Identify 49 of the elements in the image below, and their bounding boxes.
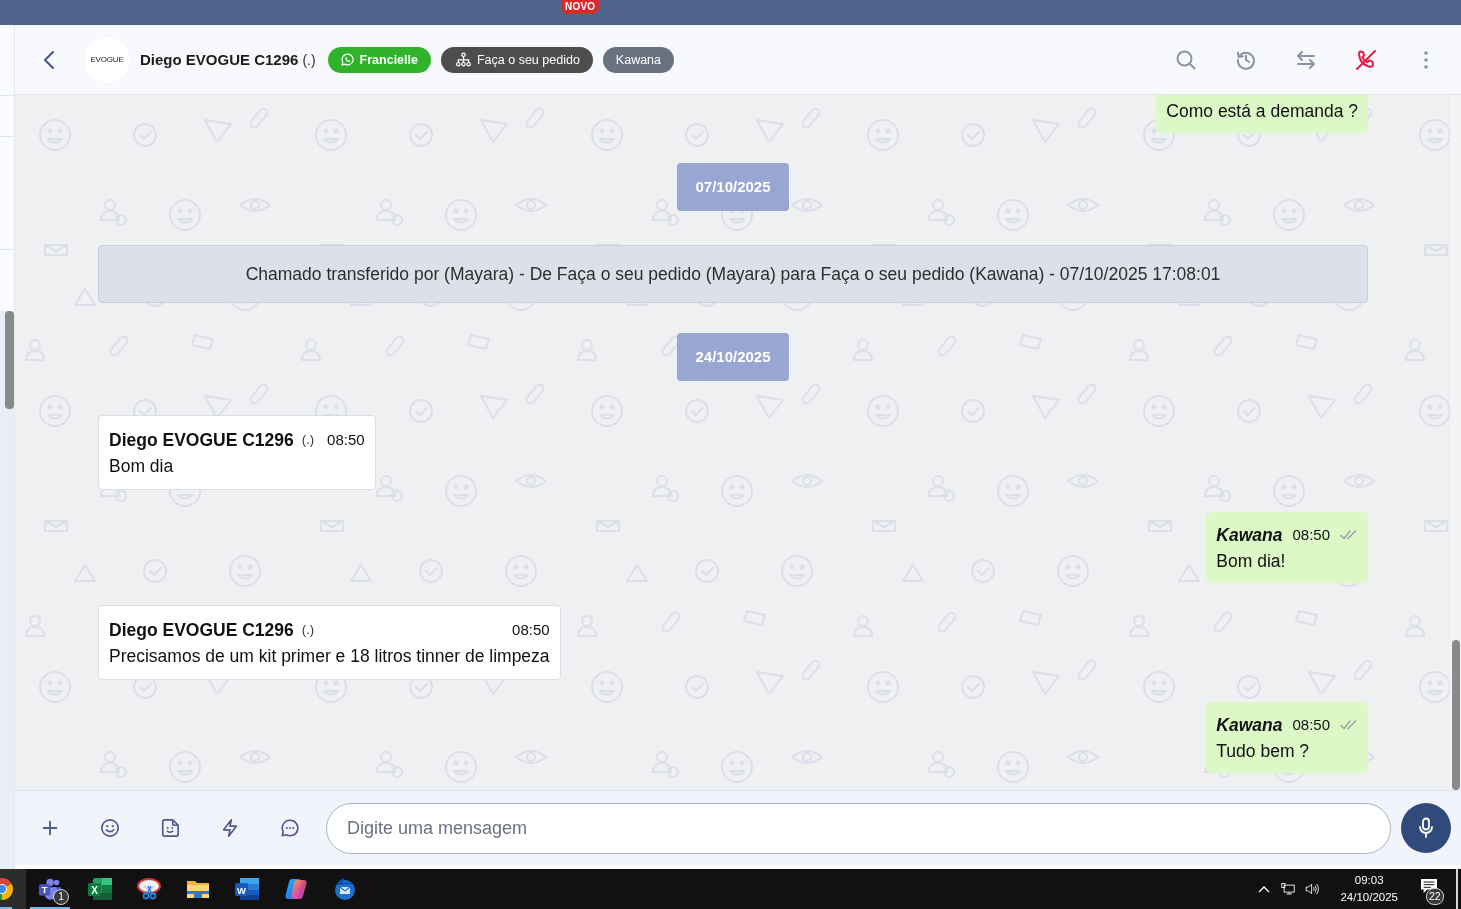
message-text: Bom dia! <box>1216 550 1287 573</box>
taskbar-button[interactable] <box>0 869 26 909</box>
taskbar-button[interactable]: T 1 <box>26 869 75 909</box>
swap-arrows-icon[interactable] <box>1295 48 1317 71</box>
microphone-icon <box>1418 817 1434 839</box>
chat-phone-icon <box>340 53 354 66</box>
app-badge: 1 <box>53 889 69 905</box>
contact-avatar: EVOGUE <box>85 37 129 82</box>
message-text: Bom dia <box>109 455 175 478</box>
queue-tag: Faça o seu pedido <box>441 46 593 73</box>
sender-name: Kawana <box>1216 524 1283 547</box>
date-chip: 24/10/2025 <box>677 333 789 381</box>
more-options-icon[interactable] <box>1423 48 1429 71</box>
phone-off-icon[interactable] <box>1355 48 1377 71</box>
swirl-logo-icon <box>282 877 309 901</box>
channel-tag: Francielle <box>327 46 431 73</box>
sender-name: Diego EVOGUE C1296 <box>109 619 294 642</box>
system-message: Chamado transferido por (Mayara) - De Faça o seu pedido (Mayara) para Faça o seu pedido (Kawana) - 07/10/2025 17:08:01 <box>98 245 1368 303</box>
message-input[interactable]: Digite uma mensagem <box>326 802 1391 854</box>
message-text: Tudo bem ? <box>1216 740 1311 763</box>
contact-note: (.) <box>302 51 316 68</box>
notifications-button[interactable]: 22 <box>1412 869 1446 909</box>
notification-badge: 22 <box>1426 888 1444 905</box>
message-time: 08:50 <box>512 620 550 640</box>
message-text: Precisamos de um kit primer e 18 litros tinner de limpeza <box>109 645 550 668</box>
scrollbar-thumb[interactable] <box>1451 640 1460 790</box>
message-time: 08:50 <box>327 430 365 450</box>
search-icon[interactable] <box>1175 48 1197 71</box>
taskbar-button[interactable]: X <box>75 869 124 909</box>
date-chip: 07/10/2025 <box>677 163 789 211</box>
microphone-button[interactable] <box>1401 803 1451 853</box>
volume-icon[interactable] <box>1305 882 1320 896</box>
sender-note: (.) <box>301 621 315 639</box>
browser-logo-icon <box>0 877 14 901</box>
network-icon[interactable] <box>1281 882 1296 896</box>
sender-note: (.) <box>301 431 315 449</box>
contact-name: Diego EVOGUE C1296 <box>140 51 299 68</box>
scrollbar-thumb[interactable] <box>5 311 14 409</box>
clock-button[interactable]: 09:03 24/10/2025 <box>1334 872 1404 906</box>
message-time: 08:50 <box>1292 715 1330 735</box>
hierarchy-icon <box>456 52 471 67</box>
scissors-logo-icon <box>135 877 162 901</box>
sender-name: Kawana <box>1216 714 1283 737</box>
taskbar-button[interactable]: W <box>222 869 271 909</box>
new-badge: NOVO <box>561 0 600 14</box>
sender-name: Diego EVOGUE C1296 <box>109 429 294 452</box>
agent-tag: Kawana <box>602 46 675 73</box>
message-text: Como está a demanda ? <box>1166 100 1358 123</box>
message-time: 08:50 <box>1292 525 1330 545</box>
